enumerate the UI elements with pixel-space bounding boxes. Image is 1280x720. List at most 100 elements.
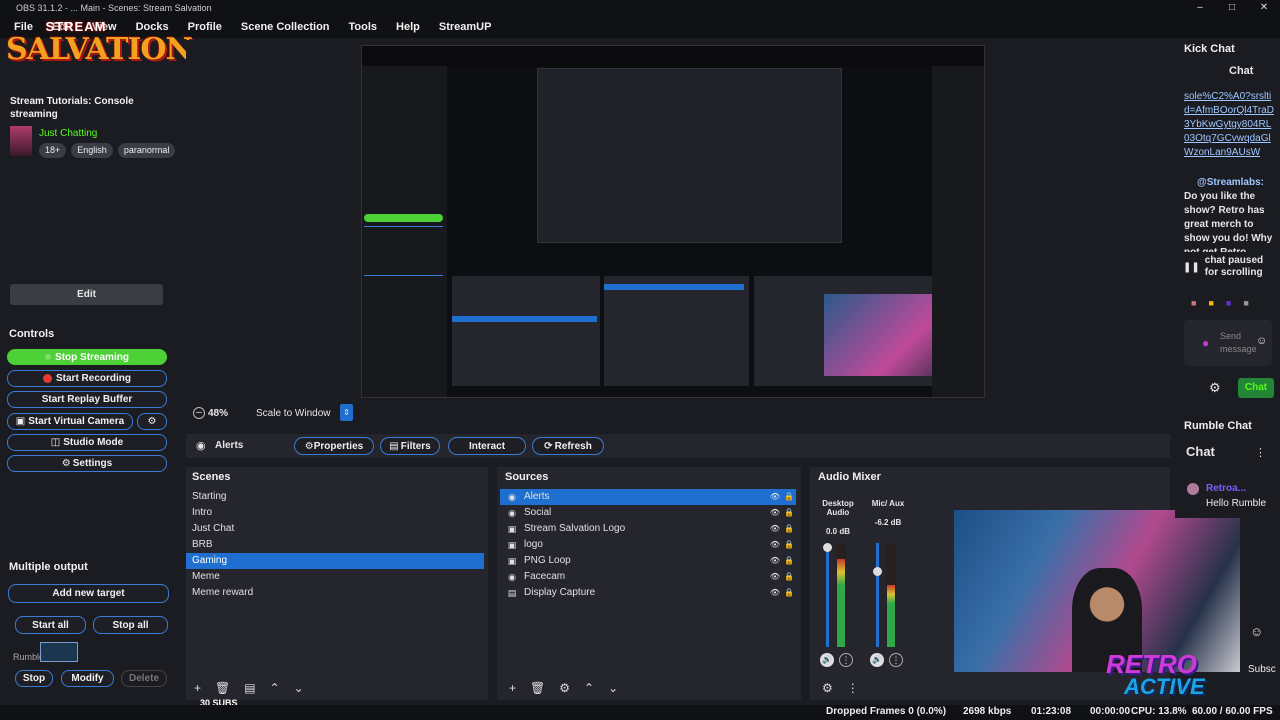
move-up-icon[interactable]: ⌃: [270, 681, 280, 695]
remove-scene-icon[interactable]: 🗑: [215, 681, 230, 695]
menu-tools[interactable]: Tools: [349, 21, 378, 33]
scene-item[interactable]: Meme reward: [186, 585, 484, 601]
channel-menu-icon[interactable]: ⋮: [889, 653, 903, 667]
scene-item[interactable]: BRB: [186, 537, 484, 553]
source-item[interactable]: ◉ Facecam 👁 🔒: [500, 569, 796, 585]
image-source-icon: ▣: [507, 540, 517, 550]
eye-icon[interactable]: 👁: [768, 569, 782, 585]
mixer-footer: ⚙ ⋮: [822, 681, 873, 695]
chat-settings-icon[interactable]: ⚙: [1209, 380, 1221, 396]
channel-menu-icon[interactable]: ⋮: [839, 653, 853, 667]
close-icon[interactable]: ✕: [1248, 0, 1280, 16]
source-item[interactable]: ▣ PNG Loop 👁 🔒: [500, 553, 796, 569]
minimize-icon[interactable]: –: [1184, 0, 1216, 16]
scene-item[interactable]: Intro: [186, 505, 484, 521]
edit-button[interactable]: Edit: [10, 284, 163, 305]
preview-canvas[interactable]: [361, 45, 985, 398]
rumble-subscribe-label[interactable]: Subsc: [1248, 664, 1276, 675]
refresh-button[interactable]: ⟳ Refresh: [532, 437, 604, 455]
maximize-icon[interactable]: □: [1216, 0, 1248, 16]
source-item[interactable]: ▤ Display Capture 👁 🔒: [500, 585, 796, 601]
chat-paused-banner[interactable]: ❚❚ chat paused for scrolling: [1179, 252, 1279, 282]
menu-profile[interactable]: Profile: [188, 21, 222, 33]
zoom-out-icon[interactable]: –: [193, 407, 205, 419]
source-item-selected[interactable]: ◉ Alerts 👁 🔒: [500, 489, 796, 505]
start-virtual-camera-button[interactable]: ▣ Start Virtual Camera: [7, 413, 133, 430]
mute-button[interactable]: 🔊: [870, 653, 884, 667]
lock-icon[interactable]: 🔒: [782, 521, 796, 537]
send-message-input[interactable]: ● Send message ☺: [1184, 320, 1272, 366]
add-source-icon[interactable]: +: [509, 681, 516, 695]
target-stop-button[interactable]: Stop: [15, 670, 53, 687]
move-down-icon[interactable]: ⌄: [608, 681, 618, 695]
start-replay-buffer-button[interactable]: Start Replay Buffer: [7, 391, 167, 408]
volume-slider-handle[interactable]: [823, 543, 832, 552]
rumble-emoji-icon[interactable]: ☺: [1250, 624, 1263, 639]
source-item[interactable]: ▣ Stream Salvation Logo 👁 🔒: [500, 521, 796, 537]
move-down-icon[interactable]: ⌄: [294, 681, 304, 695]
source-item[interactable]: ◉ Social 👁 🔒: [500, 505, 796, 521]
remove-source-icon[interactable]: 🗑: [530, 681, 545, 695]
target-delete-button[interactable]: Delete: [121, 670, 167, 687]
filters-button[interactable]: ▤ Filters: [380, 437, 440, 455]
lock-icon[interactable]: 🔒: [782, 585, 796, 601]
add-scene-icon[interactable]: +: [194, 681, 201, 695]
emote-icon[interactable]: ■: [1191, 298, 1196, 308]
volume-slider-handle[interactable]: [873, 567, 882, 576]
properties-button[interactable]: ⚙ Properties: [294, 437, 374, 455]
level-meter: [836, 543, 846, 647]
settings-button[interactable]: ⚙ Settings: [7, 455, 167, 472]
eye-icon[interactable]: 👁: [768, 521, 782, 537]
kick-chat-send-button[interactable]: Chat: [1238, 378, 1274, 398]
start-all-button[interactable]: Start all: [15, 616, 86, 634]
lock-icon[interactable]: 🔒: [782, 553, 796, 569]
emote-icon[interactable]: ■: [1226, 298, 1231, 308]
volume-slider-track[interactable]: [876, 543, 879, 647]
source-properties-icon[interactable]: ⚙: [559, 681, 570, 695]
start-recording-button[interactable]: Start Recording: [7, 370, 167, 387]
scene-item[interactable]: Meme: [186, 569, 484, 585]
tag-english: English: [71, 143, 113, 158]
interact-button[interactable]: Interact: [448, 437, 526, 455]
lock-icon[interactable]: 🔒: [782, 505, 796, 521]
scene-item[interactable]: Just Chat: [186, 521, 484, 537]
target-modify-button[interactable]: Modify: [61, 670, 114, 687]
emote-icon[interactable]: ■: [1243, 298, 1248, 308]
volume-slider-track[interactable]: [826, 543, 829, 647]
emoji-icon[interactable]: ☺: [1256, 335, 1267, 347]
studio-mode-button[interactable]: ◫ Studio Mode: [7, 434, 167, 451]
scale-dropdown-icon[interactable]: ⇕: [340, 404, 353, 421]
emote-icon[interactable]: ■: [1208, 298, 1213, 308]
lock-icon[interactable]: 🔒: [782, 537, 796, 553]
mixer-settings-icon[interactable]: ⚙: [822, 681, 833, 695]
move-up-icon[interactable]: ⌃: [584, 681, 594, 695]
mixer-menu-icon[interactable]: ⋮: [847, 681, 859, 695]
scene-filters-icon[interactable]: ▤: [244, 681, 255, 695]
lock-icon[interactable]: 🔒: [782, 569, 796, 585]
mute-button[interactable]: 🔊: [820, 653, 834, 667]
source-label: Display Capture: [524, 587, 596, 598]
add-new-target-button[interactable]: Add new target: [8, 584, 169, 603]
eye-icon[interactable]: 👁: [768, 585, 782, 601]
eye-icon[interactable]: 👁: [768, 553, 782, 569]
scale-mode[interactable]: Scale to Window: [256, 408, 330, 419]
stop-all-button[interactable]: Stop all: [93, 616, 168, 634]
virtual-camera-settings-button[interactable]: ⚙: [137, 413, 167, 430]
lock-icon[interactable]: 🔒: [782, 489, 796, 505]
menu-help[interactable]: Help: [396, 21, 420, 33]
menu-streamup[interactable]: StreamUP: [439, 21, 492, 33]
eye-icon[interactable]: 👁: [768, 505, 782, 521]
preview-area[interactable]: – 48% Scale to Window ⇕: [186, 40, 1170, 421]
chat-link[interactable]: sole%C2%A0?srsltid=AfmBOorQl4TraD3YbKwGy…: [1184, 90, 1276, 160]
stop-streaming-button[interactable]: Stop Streaming: [7, 349, 167, 365]
source-item[interactable]: ▣ logo 👁 🔒: [500, 537, 796, 553]
scenes-title: Scenes: [192, 471, 231, 483]
eye-icon[interactable]: 👁: [768, 537, 782, 553]
scene-item[interactable]: Starting: [186, 489, 484, 505]
scene-item-selected[interactable]: Gaming: [186, 553, 484, 569]
menu-scene-collection[interactable]: Scene Collection: [241, 21, 330, 33]
mic-icon[interactable]: ●: [1202, 336, 1209, 350]
stream-category[interactable]: Just Chatting: [39, 128, 97, 139]
eye-icon[interactable]: 👁: [768, 489, 782, 505]
rumble-menu-icon[interactable]: ⋮: [1255, 446, 1266, 459]
